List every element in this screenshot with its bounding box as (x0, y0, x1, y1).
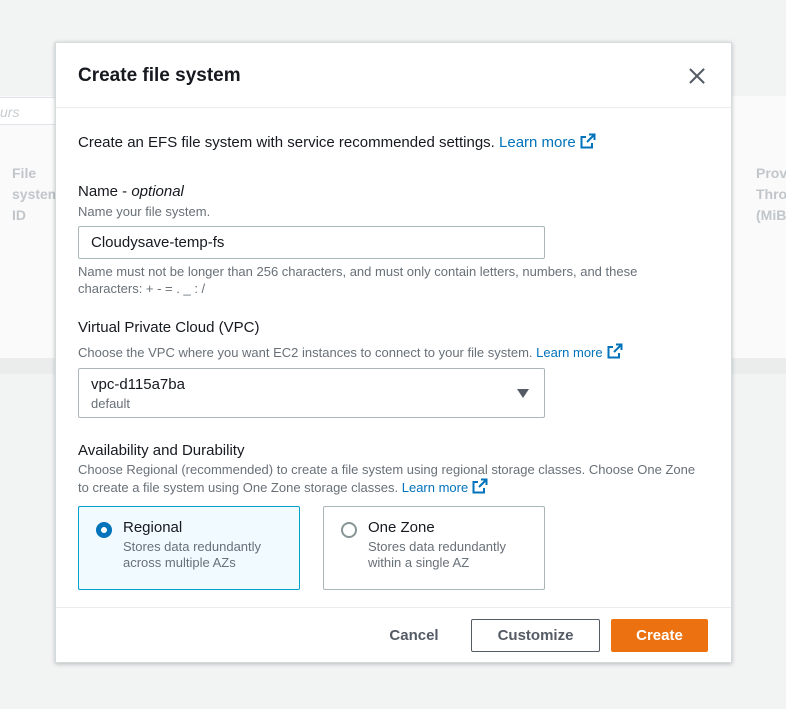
availability-label: Availability and Durability (78, 442, 245, 459)
vpc-description: Choose the VPC where you want EC2 instan… (78, 343, 623, 361)
regional-option-tile[interactable]: Regional Stores data redundantly across … (78, 506, 300, 590)
caret-down-icon (517, 389, 529, 398)
intro-learn-more-link[interactable]: Learn more (499, 133, 596, 151)
cancel-button[interactable]: Cancel (374, 619, 454, 652)
vpc-select-sublabel: default (91, 396, 131, 411)
name-constraint-text: Name must not be longer than 256 charact… (78, 264, 638, 296)
vpc-select[interactable]: vpc-d115a7ba default (78, 368, 545, 418)
one-zone-option-description: Stores data redundantly within a single … (368, 539, 507, 570)
create-file-system-modal: Create file system Create an EFS file sy… (55, 42, 732, 663)
background-column-header-throughput: Prov Thro (MiB (756, 165, 786, 223)
availability-learn-more-link[interactable]: Learn more (402, 478, 488, 495)
one-zone-option-tile[interactable]: One Zone Stores data redundantly within … (323, 506, 545, 590)
vpc-learn-more-link[interactable]: Learn more (536, 343, 623, 360)
modal-title: Create file system (78, 65, 241, 86)
name-input[interactable] (78, 226, 545, 259)
intro-text: Create an EFS file system with service r… (78, 133, 596, 151)
customize-button[interactable]: Customize (471, 619, 600, 652)
modal-footer-divider (56, 607, 731, 608)
name-description: Name your file system. (78, 204, 211, 219)
intro-text-body: Create an EFS file system with service r… (78, 134, 495, 151)
external-link-icon (607, 343, 623, 359)
vpc-label: Virtual Private Cloud (VPC) (78, 319, 260, 336)
optional-label: optional (131, 183, 184, 200)
regional-option-description: Stores data redundantly across multiple … (123, 539, 262, 570)
regional-option-title: Regional (123, 519, 183, 536)
close-icon[interactable] (686, 65, 708, 87)
name-label: Name - optional (78, 183, 184, 200)
external-link-icon (472, 478, 488, 494)
one-zone-option-title: One Zone (368, 519, 435, 536)
availability-description: Choose Regional (recommended) to create … (78, 462, 696, 495)
external-link-icon (580, 133, 596, 149)
create-button[interactable]: Create (611, 619, 708, 652)
background-filter-input: urs (0, 97, 58, 125)
modal-header: Create file system (56, 43, 731, 108)
vpc-select-value: vpc-d115a7ba (91, 376, 185, 393)
regional-radio[interactable] (96, 522, 112, 538)
one-zone-radio[interactable] (341, 522, 357, 538)
